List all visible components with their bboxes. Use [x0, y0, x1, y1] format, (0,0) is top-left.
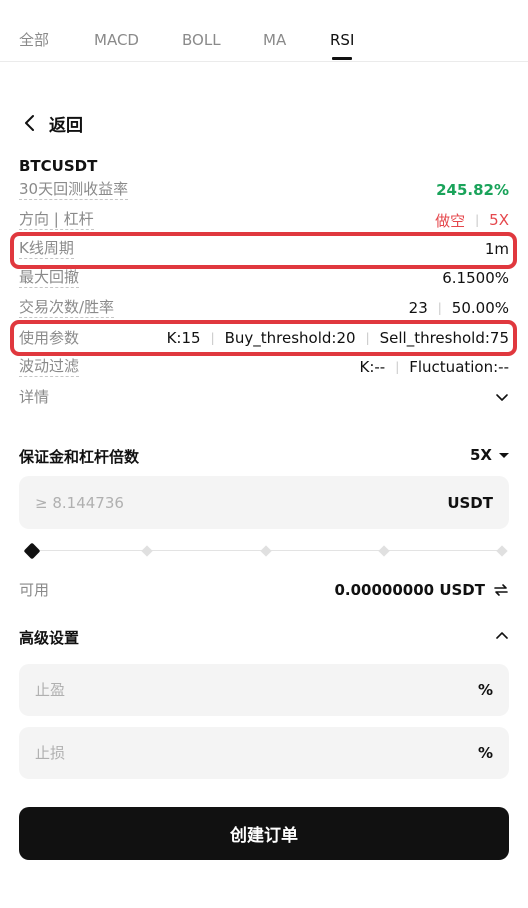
tab-macd[interactable]: MACD	[94, 30, 139, 50]
active-tab-indicator	[332, 57, 352, 60]
row-max-drawdown: 最大回撤 6.1500%	[19, 267, 509, 289]
margin-input-box: USDT	[19, 476, 509, 529]
margin-section-title: 保证金和杠杆倍数	[19, 448, 140, 466]
available-value: 0.00000000 USDT	[334, 580, 485, 599]
row-label[interactable]: 交易次数/胜率	[19, 298, 115, 318]
symbol-title: BTCUSDT	[19, 157, 98, 175]
row-label: 详情	[19, 387, 50, 406]
direction-value: 做空 | 5X	[435, 210, 509, 231]
slider-mark	[141, 545, 153, 557]
caret-down-icon	[499, 452, 509, 458]
leverage-select-value: 5X	[469, 446, 492, 464]
trades-value: 23 | 50.00%	[409, 299, 509, 317]
row-direction-leverage: 方向 | 杠杆 做空 | 5X	[19, 209, 509, 231]
return-value: 245.82%	[436, 181, 509, 199]
chevron-up-icon[interactable]	[495, 629, 509, 643]
chevron-down-icon	[496, 394, 508, 401]
take-profit-unit: %	[477, 681, 493, 699]
separator: |	[437, 301, 442, 315]
slider-mark	[260, 545, 272, 557]
chevron-left-icon	[25, 115, 34, 131]
row-params: 使用参数 K:15 | Buy_threshold:20 | Sell_thre…	[19, 327, 509, 349]
side-value: 做空	[435, 211, 466, 230]
param-buy-threshold: Buy_threshold:20	[224, 329, 356, 347]
separator: |	[365, 331, 370, 345]
param-k: K:15	[166, 329, 201, 347]
filter-k: K:--	[359, 358, 386, 376]
filter-value: K:-- | Fluctuation:--	[359, 358, 509, 376]
margin-input[interactable]	[35, 493, 355, 512]
params-value: K:15 | Buy_threshold:20 | Sell_threshold…	[167, 329, 509, 347]
leverage-select[interactable]: 5X	[470, 446, 509, 464]
row-trades-winrate: 交易次数/胜率 23 | 50.00%	[19, 297, 509, 319]
stop-loss-box: %	[19, 727, 509, 779]
take-profit-box: %	[19, 664, 509, 716]
details-toggle[interactable]: 详情	[19, 386, 509, 408]
row-label[interactable]: 方向 | 杠杆	[19, 210, 94, 230]
row-label[interactable]: 最大回撤	[19, 268, 80, 288]
tab-boll[interactable]: BOLL	[182, 30, 221, 50]
available-value-wrap: 0.00000000 USDT	[334, 581, 509, 599]
leverage-value: 5X	[489, 211, 509, 229]
separator: |	[395, 360, 400, 374]
kline-value: 1m	[484, 240, 509, 258]
filter-fluctuation: Fluctuation:--	[409, 358, 509, 376]
strategy-tabs: 全部 MACD BOLL MA RSI	[0, 0, 528, 62]
back-button[interactable]: 返回	[19, 111, 83, 136]
row-30d-return: 30天回测收益率 245.82%	[19, 179, 509, 201]
row-label[interactable]: 波动过滤	[19, 357, 80, 377]
row-label[interactable]: K线周期	[19, 239, 74, 259]
tab-rsi[interactable]: RSI	[330, 30, 354, 50]
drawdown-value: 6.1500%	[442, 269, 509, 287]
row-label[interactable]: 30天回测收益率	[19, 180, 129, 200]
take-profit-input[interactable]	[35, 681, 355, 699]
param-sell-threshold: Sell_threshold:75	[379, 329, 509, 347]
row-kline-period: K线周期 1m	[19, 238, 509, 260]
separator: |	[210, 331, 215, 345]
slider-thumb[interactable]	[23, 542, 41, 560]
stop-loss-input[interactable]	[35, 744, 355, 762]
tab-ma[interactable]: MA	[263, 30, 286, 50]
separator: |	[475, 213, 480, 227]
available-label: 可用	[19, 581, 50, 599]
row-label: 使用参数	[19, 328, 80, 347]
advanced-section-title: 高级设置	[19, 629, 80, 647]
trade-count: 23	[408, 299, 428, 317]
swap-icon[interactable]	[493, 582, 509, 598]
stop-loss-unit: %	[477, 744, 493, 762]
margin-unit: USDT	[447, 493, 493, 512]
slider-mark	[496, 545, 508, 557]
available-balance: 可用 0.00000000 USDT	[19, 579, 509, 600]
tab-all[interactable]: 全部	[19, 30, 49, 50]
slider-mark	[378, 545, 390, 557]
win-rate: 50.00%	[451, 299, 509, 317]
margin-slider[interactable]	[23, 542, 508, 560]
back-label: 返回	[49, 115, 83, 136]
row-volatility-filter: 波动过滤 K:-- | Fluctuation:--	[19, 356, 509, 378]
create-order-button[interactable]: 创建订单	[19, 807, 509, 860]
